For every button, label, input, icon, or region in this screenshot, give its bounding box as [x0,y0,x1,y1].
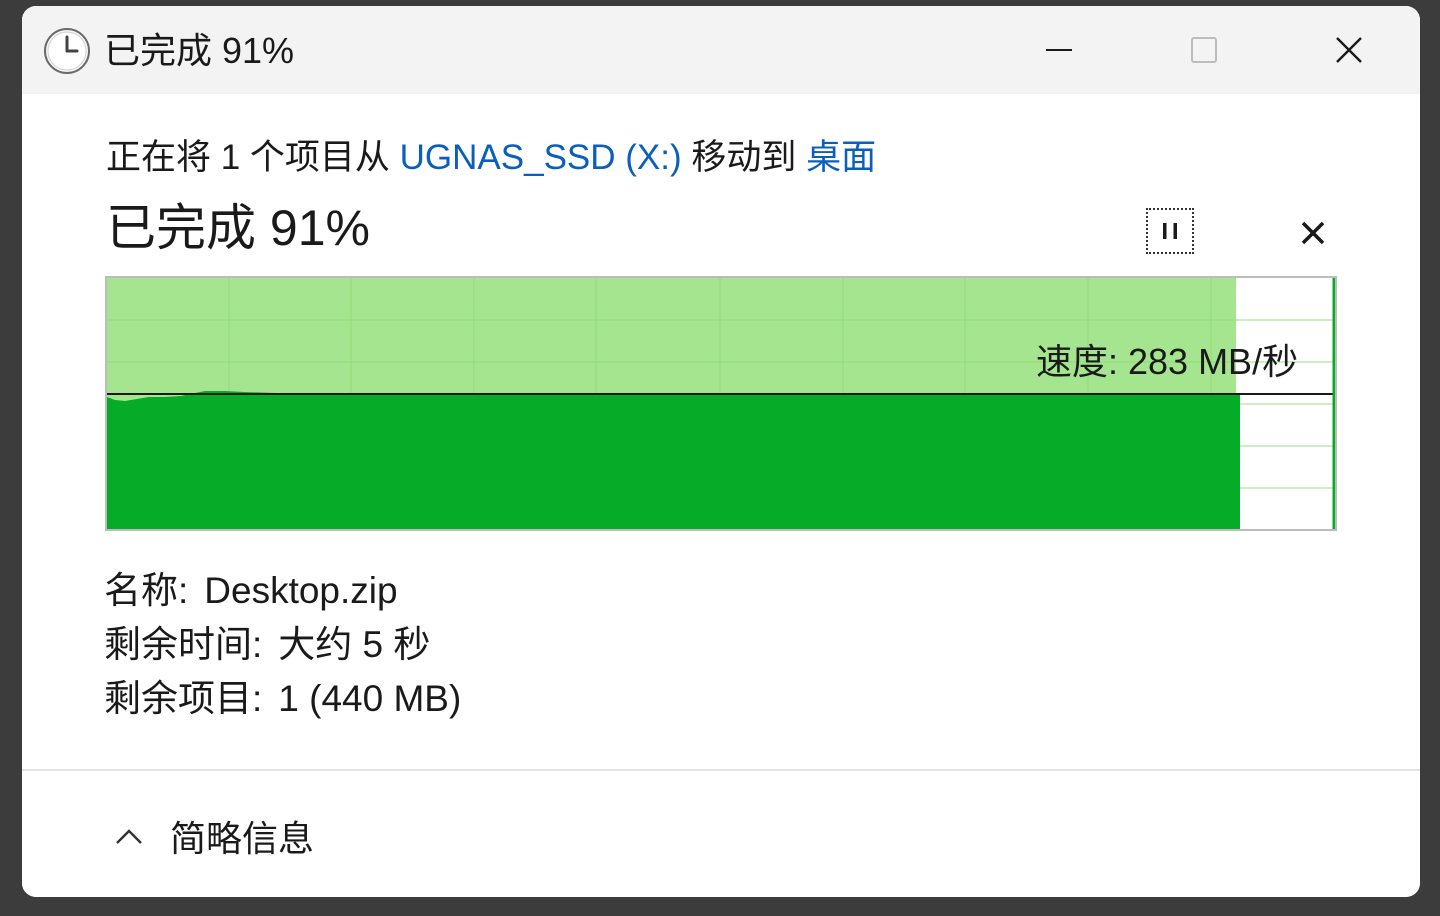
close-icon [1301,221,1325,245]
items-remaining-label: 剩余项目: [104,678,263,719]
file-name-label: 名称: [104,570,189,611]
minimize-button[interactable] [1027,24,1091,76]
close-button[interactable] [1317,24,1381,76]
dialog-footer: 简略信息 [22,771,1420,897]
pause-button[interactable] [1146,208,1194,254]
window-title: 已完成 91% [104,30,295,71]
destination-link[interactable]: 桌面 [806,138,876,177]
throughput-graph [105,276,1337,531]
speed-label: 速度: 283 MB/秒 [1036,341,1299,382]
operation-prefix: 正在将 1 个项目从 [106,138,400,177]
fewer-details-label: 简略信息 [170,818,315,859]
maximize-button[interactable] [1172,24,1236,76]
operation-middle: 移动到 [681,138,807,177]
clock-icon [44,28,90,74]
items-remaining-row: 剩余项目: 1 (440 MB) [104,676,461,722]
file-name-value: Desktop.zip [204,570,398,611]
time-remaining-value: 大约 5 秒 [278,624,431,665]
source-link[interactable]: UGNAS_SSD (X:) [400,138,682,177]
time-remaining-label: 剩余时间: [104,624,263,665]
file-operation-dialog: 已完成 91% 正在将 1 个项目从 UGNAS_SSD (X:) 移动到 桌面… [22,6,1420,897]
operation-description: 正在将 1 个项目从 UGNAS_SSD (X:) 移动到 桌面 [106,136,876,180]
cancel-button[interactable] [1292,212,1334,254]
maximize-icon [1191,37,1217,63]
pause-icon [1163,223,1177,239]
progress-heading: 已完成 91% [106,200,370,256]
file-name-row: 名称: Desktop.zip [104,568,398,614]
time-remaining-row: 剩余时间: 大约 5 秒 [104,622,430,668]
chevron-up-icon [116,829,142,844]
title-bar: 已完成 91% [22,6,1420,94]
minimize-icon [1046,49,1072,51]
fewer-details-toggle[interactable]: 简略信息 [112,811,314,861]
throughput-area [107,391,1240,529]
close-icon [1336,37,1362,63]
items-remaining-value: 1 (440 MB) [278,678,462,719]
